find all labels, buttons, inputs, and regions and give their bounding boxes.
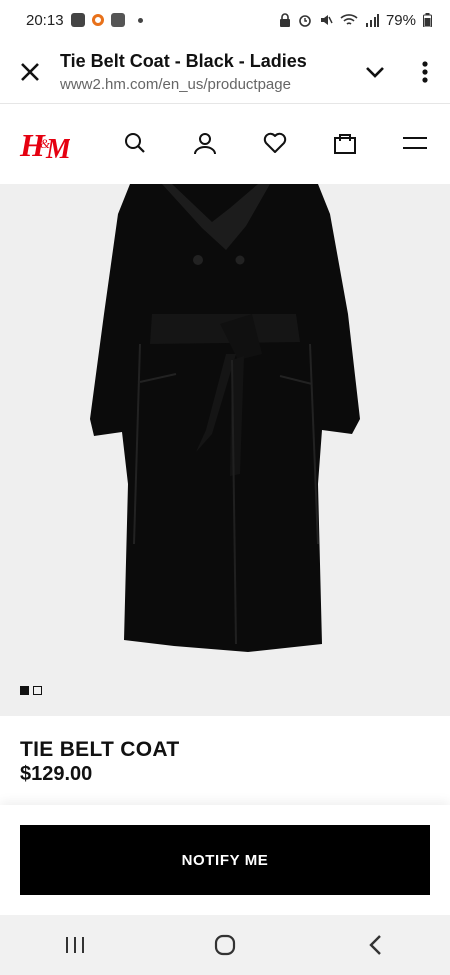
search-icon	[125, 133, 145, 153]
product-name: TIE BELT COAT	[20, 738, 180, 761]
screen-record-icon	[110, 13, 125, 27]
wifi-icon	[340, 14, 358, 25]
home-button[interactable]	[195, 920, 255, 970]
pager-dot[interactable]	[33, 686, 42, 695]
chevron-down-icon	[366, 66, 384, 78]
product-image[interactable]	[0, 184, 450, 716]
notification-app-icon	[70, 13, 85, 27]
image-pager	[20, 686, 42, 695]
menu-icon	[403, 137, 427, 149]
status-time: 20:13	[26, 11, 64, 29]
close-tab-button[interactable]	[0, 40, 60, 104]
favorites-button[interactable]	[262, 130, 288, 156]
more-vert-icon	[422, 60, 428, 83]
svg-text:M: M	[45, 134, 70, 165]
pager-dot-active[interactable]	[20, 686, 29, 695]
battery-percent: 79%	[385, 11, 416, 29]
page-title: Tie Belt Coat - Black - Ladies	[60, 50, 307, 71]
bag-button[interactable]	[332, 130, 358, 156]
coat-image	[90, 184, 360, 652]
notify-me-button[interactable]: NOTIFY ME	[20, 825, 430, 895]
hm-logo[interactable]: H & M	[18, 122, 70, 166]
browser-toolbar: Tie Belt Coat - Black - Ladies www2.hm.c…	[0, 40, 450, 104]
status-left: 20:13	[26, 12, 143, 29]
status-right: 79%	[279, 12, 432, 29]
page-info[interactable]: Tie Belt Coat - Black - Ladies www2.hm.c…	[60, 51, 350, 93]
recents-icon	[66, 937, 84, 953]
dot-icon	[137, 17, 143, 23]
more-options-button[interactable]	[400, 40, 450, 104]
bag-icon	[334, 134, 356, 154]
site-header: H & M	[0, 104, 450, 184]
lock-icon	[279, 13, 290, 27]
battery-icon	[423, 13, 432, 27]
orange-ring-icon	[91, 14, 104, 26]
account-button[interactable]	[192, 130, 218, 156]
sticky-action-bar: NOTIFY ME	[0, 805, 450, 915]
system-nav-bar	[0, 915, 450, 975]
back-icon	[369, 935, 381, 955]
signal-icon	[365, 14, 379, 27]
menu-button[interactable]	[402, 130, 428, 156]
favorites-icon	[263, 132, 287, 153]
expand-toolbar-button[interactable]	[350, 40, 400, 104]
status-bar: 20:13 79%	[0, 0, 450, 40]
alarm-icon	[299, 15, 311, 27]
recents-button[interactable]	[45, 920, 105, 970]
search-button[interactable]	[122, 130, 148, 156]
page-url: www2.hm.com/en_us/productpage	[60, 75, 291, 93]
product-price: $129.00	[20, 763, 93, 785]
mute-icon	[320, 15, 333, 25]
close-icon	[21, 62, 39, 81]
home-icon	[214, 934, 236, 956]
back-button[interactable]	[345, 920, 405, 970]
account-icon	[194, 133, 216, 155]
